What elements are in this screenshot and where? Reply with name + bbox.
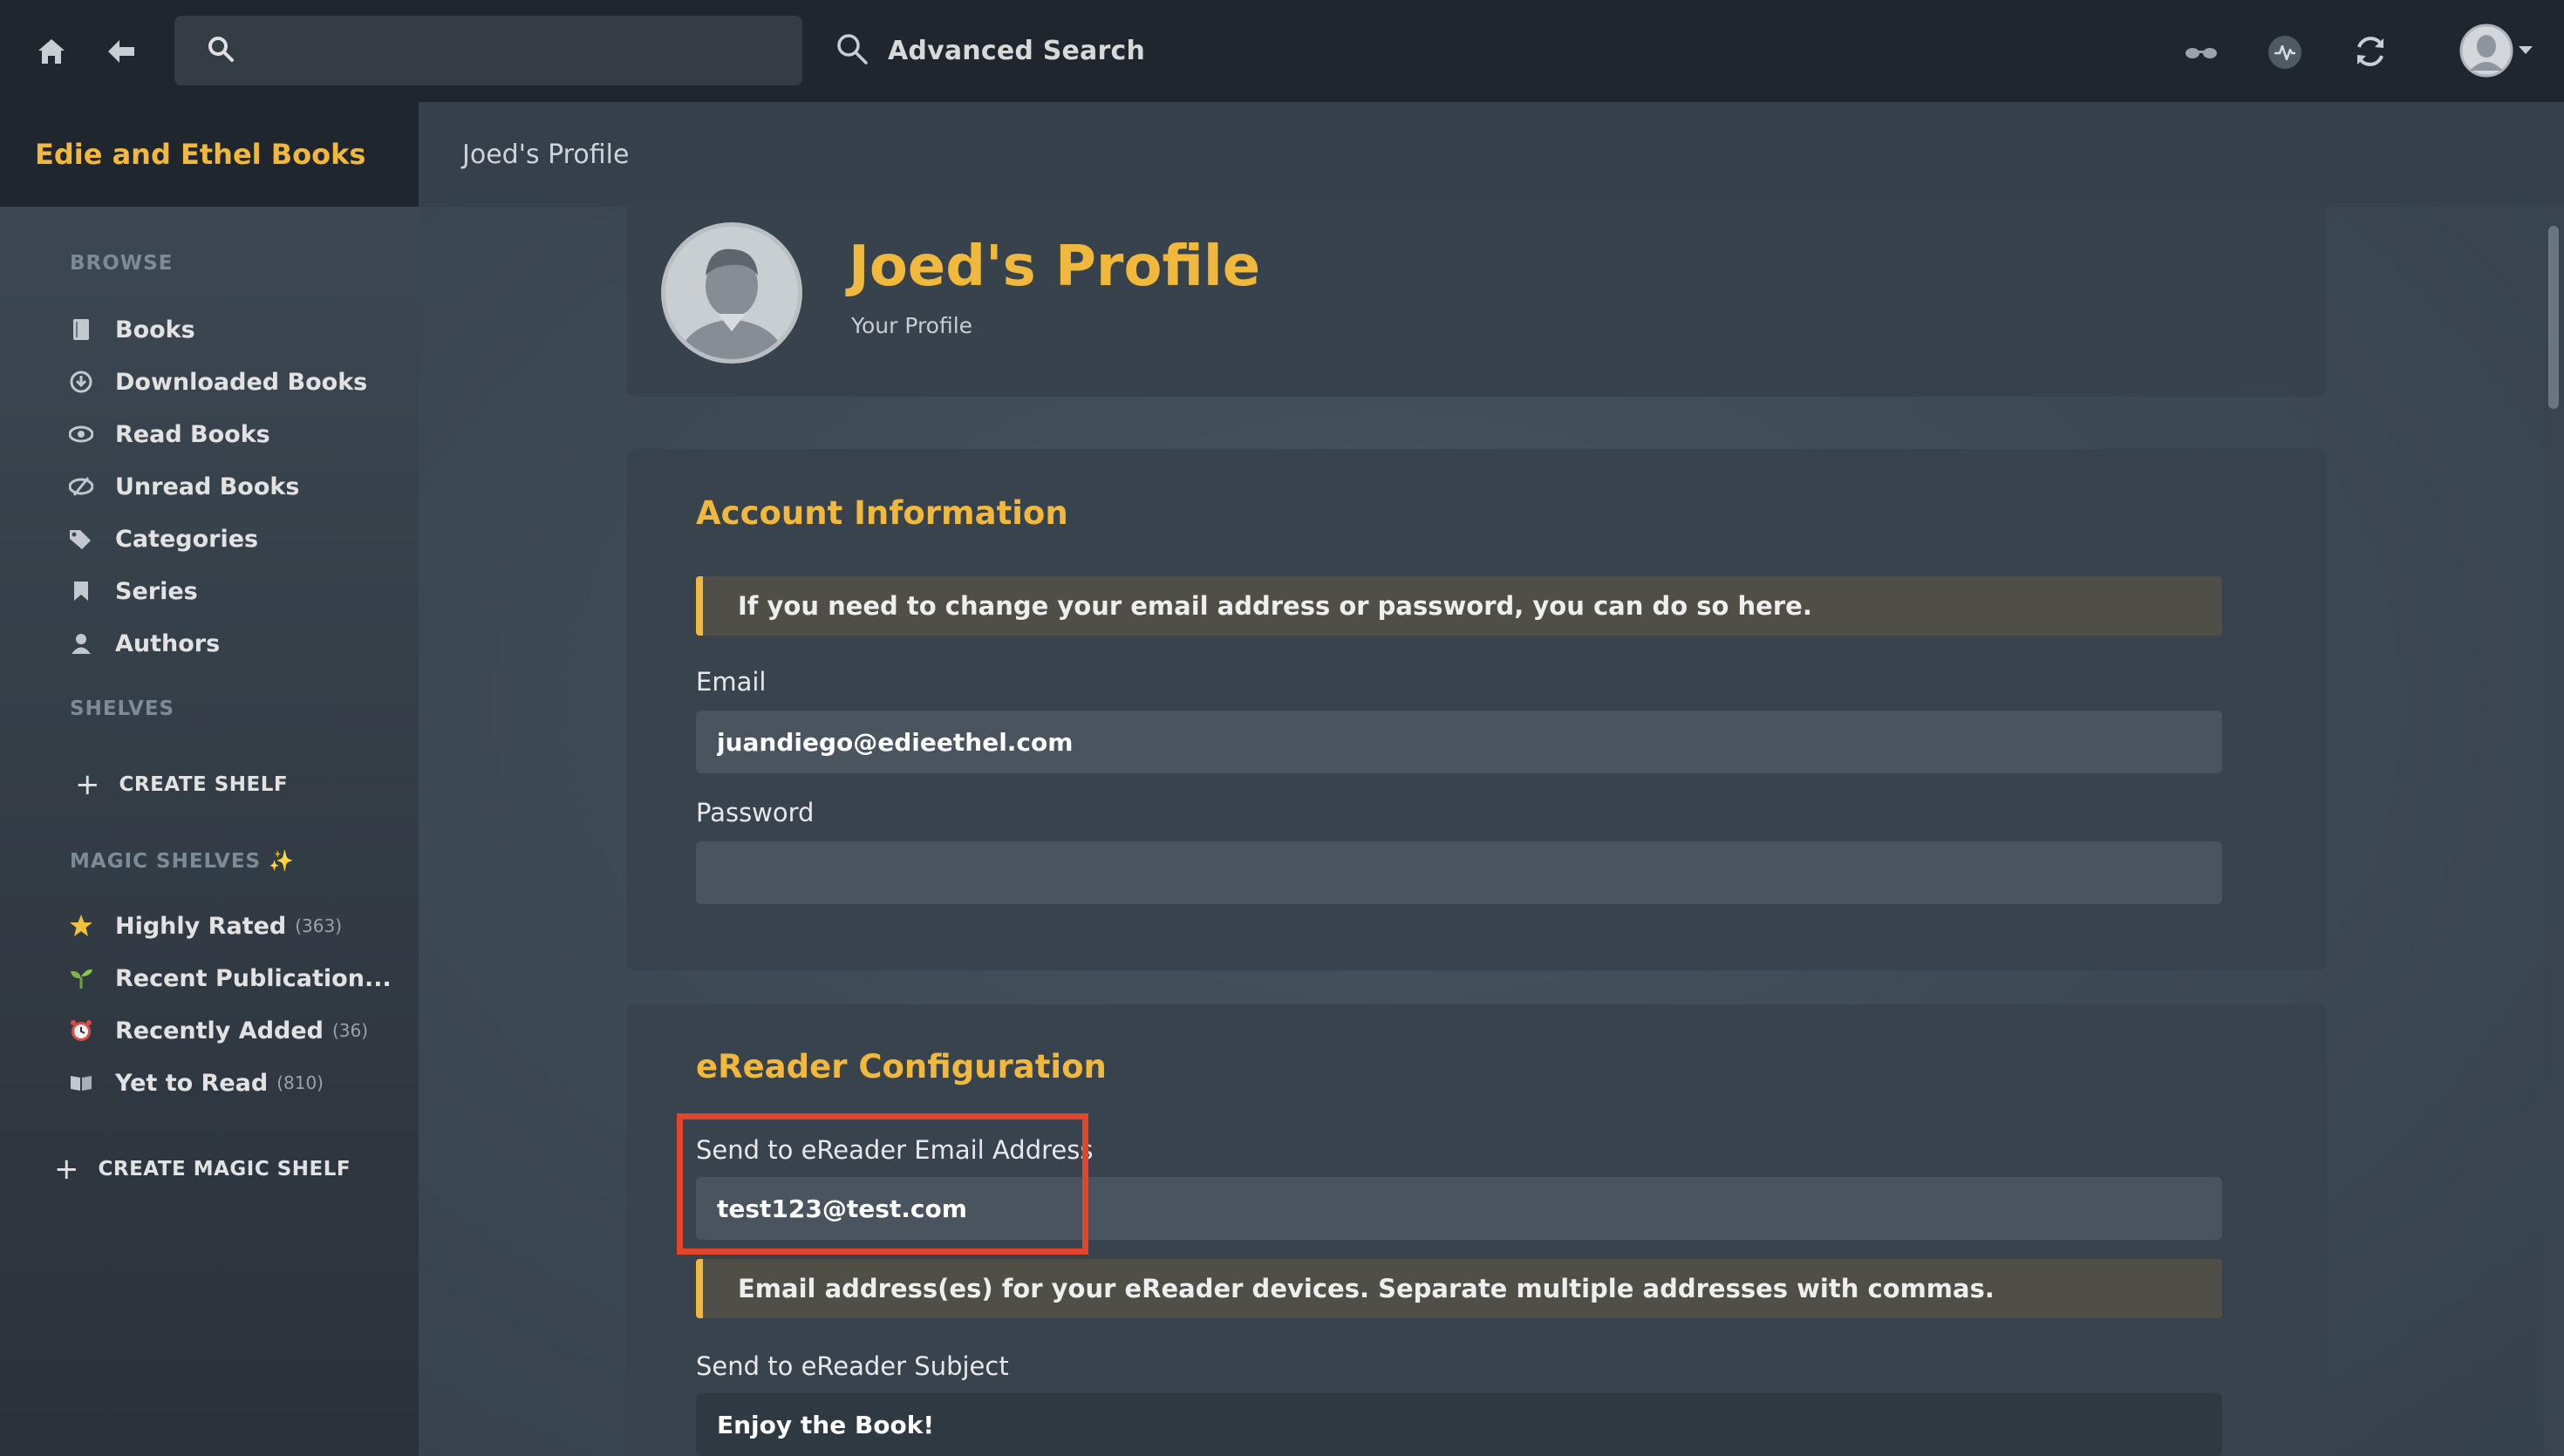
page-title: Joed's Profile bbox=[849, 235, 1261, 299]
sidebar-item-label: Authors bbox=[115, 629, 221, 657]
home-icon[interactable] bbox=[31, 31, 72, 71]
eye-slash-icon bbox=[66, 472, 96, 501]
account-information-card: Account Information If you need to chang… bbox=[626, 449, 2327, 970]
sidebar-item-label: Unread Books bbox=[115, 473, 300, 500]
person-icon bbox=[66, 629, 96, 658]
sidebar-item-authors[interactable]: Authors bbox=[66, 622, 220, 665]
account-notice-text: If you need to change your email address… bbox=[738, 591, 1812, 621]
star-icon bbox=[66, 911, 96, 941]
user-menu-button[interactable] bbox=[2456, 23, 2536, 78]
download-icon bbox=[66, 367, 96, 397]
sidebar-item-read-books[interactable]: Read Books bbox=[66, 412, 270, 456]
ereader-email-label: Send to eReader Email Address bbox=[696, 1135, 1094, 1165]
scrollbar[interactable] bbox=[2543, 207, 2564, 1456]
create-shelf-button[interactable]: + CREATE SHELF bbox=[75, 763, 288, 806]
sidebar-item-label: Series bbox=[115, 577, 198, 605]
item-count: (36) bbox=[332, 1020, 369, 1041]
account-section-title: Account Information bbox=[696, 494, 1068, 532]
create-magic-shelf-label: CREATE MAGIC SHELF bbox=[98, 1158, 351, 1180]
refresh-icon[interactable] bbox=[2349, 30, 2392, 73]
ereader-configuration-card: eReader Configuration Send to eReader Em… bbox=[626, 1004, 2327, 1456]
account-notice: If you need to change your email address… bbox=[696, 576, 2222, 636]
ereader-email-field[interactable] bbox=[696, 1177, 2222, 1240]
profile-card: Joed's Profile Your Profile bbox=[626, 207, 2327, 397]
sidebar-item-recent-publication[interactable]: Recent Publication... bbox=[66, 956, 400, 1000]
plus-icon: + bbox=[54, 1152, 79, 1187]
page-subtitle: Your Profile bbox=[851, 313, 973, 338]
sidebar-item-label: Highly Rated bbox=[115, 912, 287, 940]
sidebar-item-label: Yet to Read bbox=[115, 1069, 269, 1097]
sidebar-item-label: Categories bbox=[115, 525, 259, 553]
sidebar-item-recently-added[interactable]: Recently Added (36) bbox=[66, 1009, 368, 1052]
sidebar: BROWSE Books Downloaded Books Read Books… bbox=[0, 207, 419, 1456]
create-magic-shelf-button[interactable]: + CREATE MAGIC SHELF bbox=[54, 1147, 351, 1191]
sidebar-item-categories[interactable]: Categories bbox=[66, 517, 258, 561]
browse-heading: BROWSE bbox=[70, 252, 174, 275]
advanced-search-button[interactable]: Advanced Search bbox=[835, 26, 1145, 75]
eye-icon bbox=[66, 419, 96, 449]
content-header: Joed's Profile bbox=[419, 102, 2564, 207]
chevron-down-icon bbox=[2519, 46, 2533, 55]
library-title[interactable]: Edie and Ethel Books bbox=[35, 138, 365, 171]
alarm-clock-icon bbox=[66, 1016, 96, 1045]
sidebar-item-highly-rated[interactable]: Highly Rated (363) bbox=[66, 904, 342, 948]
sidebar-item-books[interactable]: Books bbox=[66, 308, 195, 351]
plus-icon: + bbox=[75, 767, 100, 802]
sidebar-item-unread-books[interactable]: Unread Books bbox=[66, 465, 299, 508]
ereader-section-title: eReader Configuration bbox=[696, 1048, 1107, 1085]
top-bar: Advanced Search bbox=[0, 0, 2564, 102]
sidebar-item-series[interactable]: Series bbox=[66, 569, 198, 613]
tags-icon bbox=[66, 524, 96, 554]
email-field[interactable] bbox=[696, 711, 2222, 773]
ereader-notice: Email address(es) for your eReader devic… bbox=[696, 1259, 2222, 1318]
open-book-icon bbox=[66, 1068, 96, 1098]
reading-glasses-icon[interactable] bbox=[2182, 33, 2220, 71]
ereader-subject-label: Send to eReader Subject bbox=[696, 1351, 1009, 1381]
sidebar-item-yet-to-read[interactable]: Yet to Read (810) bbox=[66, 1061, 324, 1105]
back-icon[interactable] bbox=[101, 31, 141, 71]
search-input[interactable] bbox=[234, 16, 802, 85]
sidebar-item-label: Recent Publication... bbox=[115, 964, 392, 992]
password-label: Password bbox=[696, 798, 815, 827]
bookmark-icon bbox=[66, 576, 96, 606]
ereader-subject-field[interactable] bbox=[696, 1393, 2222, 1456]
sidebar-item-label: Books bbox=[115, 316, 195, 344]
profile-avatar bbox=[661, 222, 802, 364]
email-label: Email bbox=[696, 667, 767, 697]
scrollbar-thumb[interactable] bbox=[2548, 226, 2559, 409]
advanced-search-icon bbox=[835, 32, 869, 69]
sidebar-item-label: Downloaded Books bbox=[115, 368, 368, 396]
breadcrumb: Joed's Profile bbox=[462, 139, 630, 170]
sidebar-item-label: Read Books bbox=[115, 420, 270, 448]
search-icon bbox=[208, 36, 234, 65]
advanced-search-label: Advanced Search bbox=[888, 35, 1146, 66]
password-field[interactable] bbox=[696, 841, 2222, 904]
search-bar[interactable] bbox=[174, 16, 802, 85]
sprout-icon bbox=[66, 963, 96, 993]
create-shelf-label: CREATE SHELF bbox=[119, 773, 289, 796]
library-title-bar: Edie and Ethel Books bbox=[0, 102, 419, 207]
item-count: (810) bbox=[276, 1072, 324, 1093]
item-count: (363) bbox=[295, 915, 342, 936]
sidebar-item-downloaded-books[interactable]: Downloaded Books bbox=[66, 360, 367, 404]
magic-shelves-heading: MAGIC SHELVES ✨ bbox=[70, 850, 295, 873]
user-avatar-icon bbox=[2459, 24, 2513, 78]
activity-icon[interactable] bbox=[2266, 33, 2304, 71]
sidebar-item-label: Recently Added bbox=[115, 1017, 324, 1044]
main-content: Joed's Profile Your Profile Account Info… bbox=[419, 207, 2564, 1456]
ereader-notice-text: Email address(es) for your eReader devic… bbox=[738, 1274, 1995, 1303]
book-icon bbox=[66, 315, 96, 344]
shelves-heading: SHELVES bbox=[70, 697, 175, 720]
